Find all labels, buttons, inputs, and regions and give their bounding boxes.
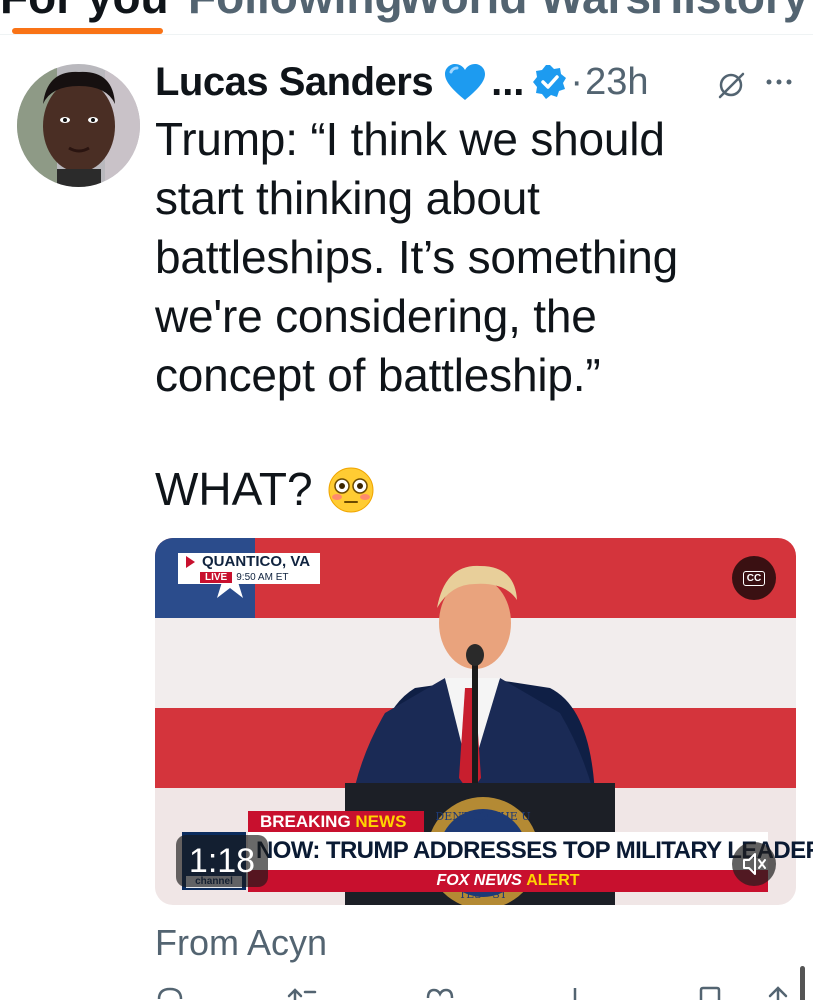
speaker-muted-icon [743, 853, 766, 875]
repost-icon [287, 988, 317, 1000]
post-closing-line: WHAT? [155, 460, 375, 519]
grok-icon[interactable] [716, 70, 746, 100]
flushed-face-icon [328, 467, 374, 512]
location-chyron: QUANTICO, VA LIVE 9:50 AM ET [178, 553, 320, 585]
tabs-divider [0, 34, 813, 35]
scrollbar[interactable] [800, 966, 805, 1000]
name-truncation: ... [491, 59, 525, 104]
post-header: Lucas Sanders ... · 23h [155, 58, 648, 106]
share-button[interactable] [763, 984, 793, 1000]
views-icon [573, 988, 577, 1000]
post-closing-text: WHAT? [155, 463, 313, 515]
breaking-label: BREAKING [260, 812, 351, 831]
live-badge: LIVE [200, 572, 233, 583]
views-button[interactable] [560, 984, 590, 1000]
news-headline: NOW: TRUMP ADDRESSES TOP MILITARY LEADER… [248, 832, 813, 870]
captions-label: CC [742, 570, 766, 586]
reply-icon [157, 987, 183, 1000]
heart-icon [426, 988, 454, 999]
more-options-icon[interactable] [764, 72, 794, 92]
like-button[interactable] [425, 984, 455, 1000]
mute-button[interactable] [732, 842, 776, 886]
play-arrow-icon [186, 556, 195, 568]
location-label: QUANTICO, VA [178, 553, 320, 571]
post-actions [155, 984, 795, 1000]
repost-button[interactable] [285, 984, 321, 1000]
blue-heart-icon [445, 64, 486, 100]
tab-history[interactable]: History [650, 0, 808, 34]
post-text: Trump: “I think we should start thinking… [155, 110, 795, 405]
location-text: QUANTICO, VA [202, 553, 311, 570]
separator-dot: · [570, 60, 584, 103]
video-duration: 1:18 [176, 835, 268, 887]
bookmark-button[interactable] [695, 984, 725, 1000]
verified-badge-icon[interactable] [532, 64, 568, 100]
post-time[interactable]: 23h [585, 61, 648, 104]
source-attribution[interactable]: From Acyn [155, 922, 327, 964]
live-label: LIVE 9:50 AM ET [178, 571, 320, 584]
svg-text:DENT OF THE U: DENT OF THE U [435, 810, 530, 823]
captions-button[interactable]: CC [732, 556, 776, 600]
breaking-news-word: NEWS [355, 812, 407, 831]
reply-button[interactable] [155, 984, 185, 1000]
post-text-line: Trump: “I think we should [155, 113, 665, 165]
bookmark-icon [699, 986, 721, 1000]
tab-world-wars[interactable]: World Wars [398, 0, 651, 34]
alert-word: ALERT [526, 872, 580, 889]
alert-brand: FOX NEWS [436, 872, 522, 889]
breaking-news-banner: BREAKING NEWS [248, 811, 424, 833]
post-text-line: start thinking about [155, 172, 540, 224]
share-icon [768, 986, 788, 1000]
post-text-line: concept of battleship.” [155, 349, 601, 401]
tab-following[interactable]: Following [188, 0, 403, 34]
post-text-line: we're considering, the [155, 290, 597, 342]
news-alert-bar: FOX NEWS ALERT [248, 870, 768, 892]
post-text-line: battleships. It’s something [155, 231, 679, 283]
live-time: 9:50 AM ET [236, 572, 289, 583]
avatar[interactable] [17, 64, 140, 187]
display-name[interactable]: Lucas Sanders [155, 60, 434, 105]
